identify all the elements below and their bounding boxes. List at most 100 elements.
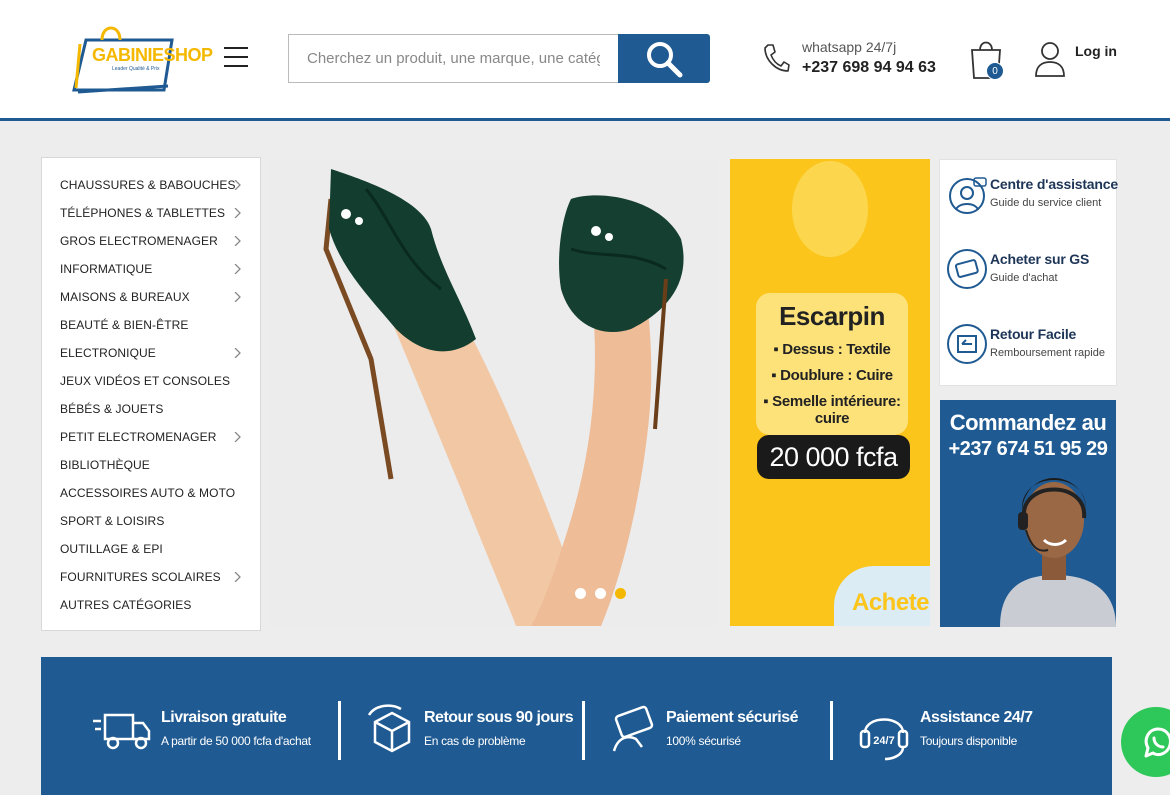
card-secure-icon: [612, 705, 654, 752]
category-label: JEUX VIDÉOS ET CONSOLES: [60, 374, 231, 388]
category-item[interactable]: ACCESSOIRES AUTO & MOTO: [42, 479, 260, 507]
service-links: Centre d'assistance Guide du service cli…: [939, 159, 1118, 386]
chevron-right-icon: [234, 236, 241, 246]
category-item[interactable]: JEUX VIDÉOS ET CONSOLES: [42, 367, 260, 395]
chevron-right-icon: [234, 292, 241, 302]
chevron-right-icon: [234, 208, 241, 218]
high-heel-shoes-image: [271, 159, 717, 626]
category-item[interactable]: BEAUTÉ & BIEN-ÊTRE: [42, 311, 260, 339]
feature-sub-payment: 100% sécurisé: [666, 734, 741, 748]
return-icon[interactable]: [946, 323, 988, 365]
promo-line-3: ▪ Semelle intérieure: cuire: [763, 393, 901, 427]
feature-title-delivery: Livraison gratuite: [161, 709, 287, 726]
category-item[interactable]: SPORT & LOISIRS: [42, 507, 260, 535]
category-label: OUTILLAGE & EPI: [60, 542, 163, 556]
truck-icon: [93, 713, 151, 750]
category-item[interactable]: GROS ELECTROMENAGER: [42, 227, 260, 255]
order-phone-banner[interactable]: Commandez au +237 674 51 95 29: [940, 400, 1116, 627]
category-item[interactable]: CHAUSSURES & BABOUCHES: [42, 171, 260, 199]
chevron-right-icon: [234, 264, 241, 274]
category-label: BIBLIOTHÈQUE: [60, 458, 150, 472]
feature-title-assistance: Assistance 24/7: [920, 709, 1033, 726]
category-item[interactable]: AUTRES CATÉGORIES: [42, 591, 260, 619]
category-item[interactable]: TÉLÉPHONES & TABLETTES: [42, 199, 260, 227]
slider-dot[interactable]: [595, 588, 606, 599]
service-sub-return: Remboursement rapide: [990, 347, 1105, 359]
category-item[interactable]: PETIT ELECTROMENAGER: [42, 423, 260, 451]
feature-separator: [338, 701, 341, 760]
promo-title: Escarpin: [779, 301, 885, 331]
whatsapp-button[interactable]: [1121, 707, 1170, 777]
logo-text: GABINIESHOP: [92, 45, 213, 65]
search-form: [288, 34, 710, 83]
buy-button-label[interactable]: Acheter: [852, 589, 930, 617]
chevron-right-icon: [234, 180, 241, 190]
chevron-right-icon: [234, 572, 241, 582]
feature-sub-delivery: A partir de 50 000 fcfa d'achat: [161, 734, 311, 748]
category-label: CHAUSSURES & BABOUCHES: [60, 178, 236, 192]
features-bar: Livraison gratuite A partir de 50 000 fc…: [41, 657, 1112, 795]
category-label: TÉLÉPHONES & TABLETTES: [60, 206, 226, 220]
category-item[interactable]: OUTILLAGE & EPI: [42, 535, 260, 563]
service-title-return[interactable]: Retour Facile: [990, 326, 1076, 342]
headset-icon[interactable]: [946, 174, 988, 216]
feature-sub-return: En cas de problème: [424, 734, 526, 748]
category-item[interactable]: ELECTRONIQUE: [42, 339, 260, 367]
feature-title-return: Retour sous 90 jours: [424, 709, 574, 726]
service-title-buy[interactable]: Acheter sur GS: [990, 251, 1089, 267]
feature-title-payment: Paiement sécurisé: [666, 709, 799, 726]
phone-icon: [764, 44, 790, 72]
category-label: FOURNITURES SCOLAIRES: [60, 570, 221, 584]
contact-label: whatsapp 24/7j: [802, 39, 897, 55]
feature-sub-assistance: Toujours disponible: [920, 734, 1018, 748]
category-label: MAISONS & BUREAUX: [60, 290, 190, 304]
category-item[interactable]: BIBLIOTHÈQUE: [42, 451, 260, 479]
category-label: GROS ELECTROMENAGER: [60, 234, 218, 248]
chevron-right-icon: [234, 432, 241, 442]
category-label: AUTRES CATÉGORIES: [60, 598, 192, 612]
search-icon: [647, 41, 683, 77]
card-icon[interactable]: [946, 248, 988, 290]
chevron-right-icon: [234, 348, 241, 358]
login-link[interactable]: Log in: [1075, 43, 1117, 59]
category-item[interactable]: FOURNITURES SCOLAIRES: [42, 563, 260, 591]
category-sidebar: CHAUSSURES & BABOUCHES TÉLÉPHONES & TABLE…: [41, 157, 261, 631]
category-label: INFORMATIQUE: [60, 262, 153, 276]
user-icon[interactable]: [1034, 40, 1066, 78]
category-item[interactable]: BÉBÉS & JOUETS: [42, 395, 260, 423]
promo-banner[interactable]: Escarpin ▪ Dessus : Textile ▪ Doublure :…: [730, 159, 930, 626]
category-label: ACCESSOIRES AUTO & MOTO: [60, 486, 236, 500]
category-label: SPORT & LOISIRS: [60, 514, 165, 528]
promo-line-2: ▪ Doublure : Cuire: [771, 367, 893, 384]
search-button[interactable]: [618, 34, 710, 83]
contact-phone[interactable]: +237 698 94 94 63: [802, 59, 936, 77]
logo[interactable]: GABINIESHOP Leader Qualité & Prix: [72, 18, 213, 98]
service-sub-assistance: Guide du service client: [990, 197, 1102, 209]
category-label: BÉBÉS & JOUETS: [60, 402, 164, 416]
category-label: PETIT ELECTROMENAGER: [60, 430, 217, 444]
promo-line-1: ▪ Dessus : Textile: [773, 341, 891, 358]
promo-price: 20 000 fcfa: [757, 435, 910, 479]
search-input[interactable]: [288, 34, 618, 83]
slider-dots: [575, 588, 626, 599]
support-247-icon: 24/7: [859, 718, 909, 761]
service-sub-buy: Guide d'achat: [990, 272, 1058, 284]
hero-slide-image[interactable]: [271, 159, 717, 626]
menu-icon[interactable]: [224, 47, 248, 69]
site-header: GABINIESHOP Leader Qualité & Prix whatsa…: [0, 0, 1170, 121]
slider-dot[interactable]: [615, 588, 626, 599]
logo-tagline: Leader Qualité & Prix: [112, 66, 160, 72]
service-title-assistance[interactable]: Centre d'assistance: [990, 176, 1118, 192]
category-item[interactable]: MAISONS & BUREAUX: [42, 283, 260, 311]
category-label: BEAUTÉ & BIEN-ÊTRE: [60, 318, 189, 332]
whatsapp-icon: [1144, 727, 1170, 758]
category-label: ELECTRONIQUE: [60, 346, 156, 360]
cart-count-badge: 0: [986, 62, 1004, 80]
feature-separator: [582, 701, 585, 760]
support-247-badge: 24/7: [873, 735, 894, 747]
category-item[interactable]: INFORMATIQUE: [42, 255, 260, 283]
box-return-icon: [367, 704, 411, 753]
feature-separator: [830, 701, 833, 760]
slider-dot[interactable]: [575, 588, 586, 599]
support-agent-image: [1000, 478, 1116, 627]
